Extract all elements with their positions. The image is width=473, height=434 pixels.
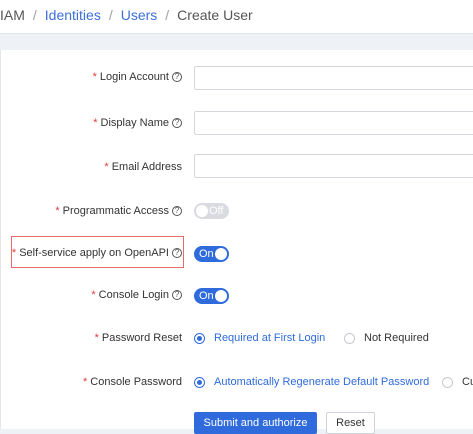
required-mark: *: [94, 332, 99, 344]
self-service-label-text: Self-service apply on OpenAPI: [19, 247, 169, 259]
breadcrumb-separator: /: [108, 7, 113, 23]
radio-custom-password[interactable]: Cu: [442, 376, 473, 388]
radio-label: Cu: [462, 376, 473, 388]
radio-dot: [194, 332, 205, 344]
required-mark: *: [55, 205, 60, 217]
toggle-knob: [215, 248, 227, 260]
display-name-label: * Display Name ?: [93, 117, 182, 129]
breadcrumb-separator: /: [32, 7, 37, 23]
breadcrumb-identities-link[interactable]: Identities: [45, 7, 101, 23]
required-mark: *: [91, 289, 96, 301]
password-reset-label-text: Password Reset: [101, 332, 182, 344]
login-account-input[interactable]: [194, 66, 473, 90]
required-mark: *: [93, 117, 98, 129]
breadcrumb: IAM / Identities / Users / Create User: [0, 0, 473, 34]
email-address-label-text: Email Address: [111, 161, 182, 173]
console-password-label-text: Console Password: [90, 376, 182, 388]
radio-label: Required at First Login: [214, 332, 326, 344]
self-service-toggle[interactable]: On: [194, 246, 229, 262]
required-mark: *: [104, 161, 109, 173]
email-address-label: * Email Address: [104, 161, 182, 173]
self-service-label: * Self-service apply on OpenAPI ?: [12, 247, 182, 259]
login-account-label-text: Login Account: [99, 71, 169, 83]
required-mark: *: [11, 247, 17, 259]
radio-dot: [442, 376, 453, 388]
help-icon[interactable]: ?: [172, 248, 182, 258]
display-name-label-text: Display Name: [100, 117, 169, 129]
create-user-form: * Login Account ? * Display Name ? * Ema…: [0, 50, 473, 434]
radio-not-required[interactable]: Not Required: [344, 332, 429, 344]
programmatic-access-label-text: Programmatic Access: [62, 205, 169, 217]
console-login-label-text: Console Login: [98, 289, 169, 301]
submit-authorize-button[interactable]: Submit and authorize: [194, 412, 317, 434]
programmatic-access-toggle[interactable]: Off: [194, 203, 229, 219]
breadcrumb-iam: IAM: [0, 7, 25, 23]
toggle-state-text: Off: [209, 205, 224, 217]
toggle-knob: [196, 205, 208, 217]
programmatic-access-label: * Programmatic Access ?: [55, 205, 182, 217]
required-mark: *: [92, 71, 97, 83]
console-login-toggle[interactable]: On: [194, 288, 229, 304]
login-account-label: * Login Account ?: [93, 71, 182, 83]
breadcrumb-separator: /: [165, 7, 170, 23]
radio-label: Not Required: [364, 332, 429, 344]
toggle-state-text: On: [199, 248, 214, 260]
required-mark: *: [83, 376, 88, 388]
display-name-input[interactable]: [194, 111, 473, 135]
radio-dot: [194, 376, 205, 388]
help-icon[interactable]: ?: [172, 290, 182, 300]
breadcrumb-current: Create User: [177, 7, 253, 23]
help-icon[interactable]: ?: [172, 72, 182, 82]
radio-required-first-login[interactable]: Required at First Login: [194, 332, 325, 344]
toggle-state-text: On: [199, 290, 214, 302]
toggle-knob: [215, 290, 227, 302]
help-icon[interactable]: ?: [172, 206, 182, 216]
breadcrumb-users-link[interactable]: Users: [121, 7, 158, 23]
radio-auto-regenerate-password[interactable]: Automatically Regenerate Default Passwor…: [194, 376, 429, 388]
email-address-input[interactable]: [194, 154, 473, 178]
reset-button[interactable]: Reset: [326, 412, 375, 434]
radio-label: Automatically Regenerate Default Passwor…: [214, 376, 430, 388]
console-password-label: * Console Password: [83, 376, 182, 388]
radio-dot: [344, 332, 355, 344]
help-icon[interactable]: ?: [172, 118, 182, 128]
console-login-label: * Console Login ?: [91, 289, 182, 301]
password-reset-label: * Password Reset: [95, 332, 182, 344]
